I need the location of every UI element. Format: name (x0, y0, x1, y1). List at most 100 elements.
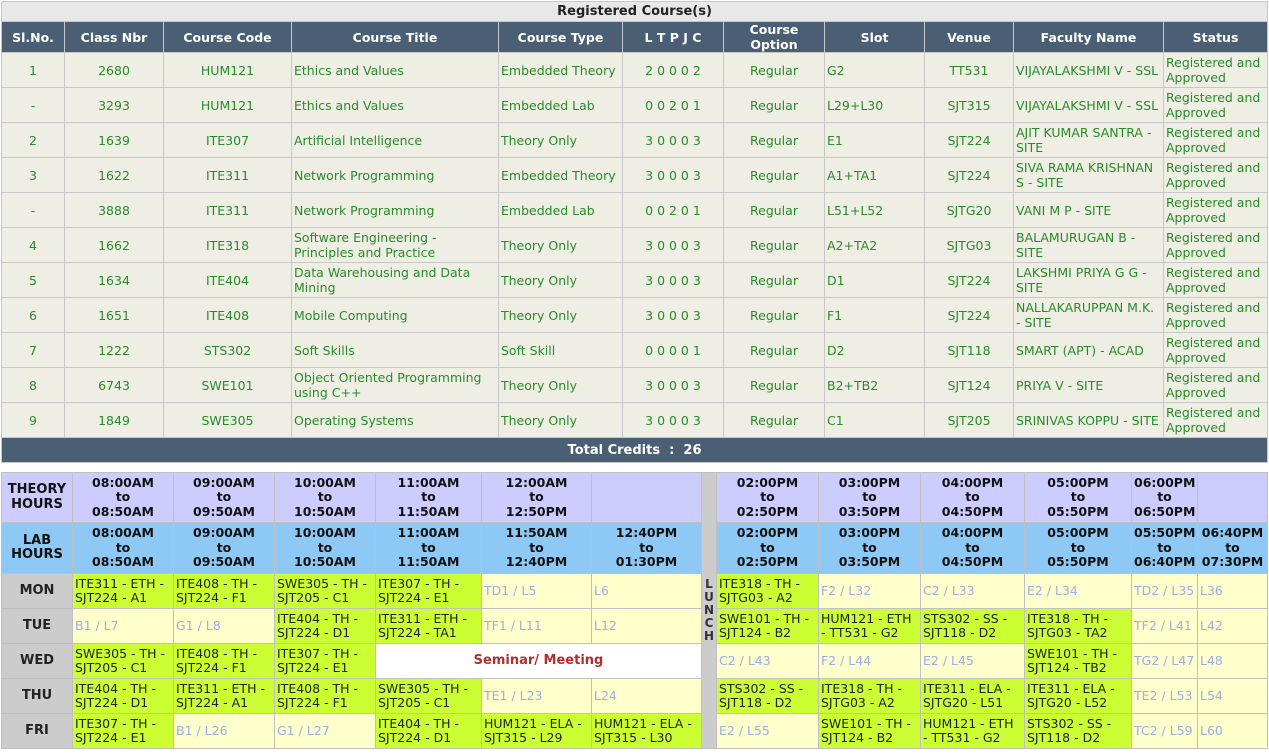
theory-time-slot: 06:00PM to 06:50PM (1131, 472, 1198, 523)
time-start: 05:50PM (1134, 525, 1196, 541)
sl-no-cell: 9 (1, 402, 65, 438)
theory-hours-row: THEORY HOURS 08:00AM to 08:50AM 09:00AM to 09:5… (1, 472, 1268, 749)
class-slot: SWE101 - TH - SJT124 - B2 (716, 608, 819, 644)
status-cell: Registered and Approved (1162, 157, 1269, 193)
time-end: 05:50PM (1047, 554, 1109, 570)
time-separator: to (862, 539, 877, 555)
free-slot: TG2 / L47 (1131, 643, 1198, 679)
course-option-cell: Regular (723, 192, 825, 228)
course-type-cell: Embedded Lab (498, 192, 623, 228)
free-slot: L12 (591, 608, 702, 644)
time-start: 02:00PM (736, 474, 799, 490)
theory-time-slot: 10:00AM to 10:50AM (274, 472, 376, 523)
total-credits-value: 26 (683, 442, 702, 458)
time-start: 08:00AM (92, 474, 154, 490)
course-title-cell: Soft Skills (291, 332, 499, 368)
status-cell: Registered and Approved (1162, 52, 1269, 88)
sl-no-cell: 6 (1, 297, 65, 333)
ltpjc-cell: 3 0 0 0 3 (622, 367, 724, 403)
free-slot: TE1 / L23 (481, 678, 592, 714)
class-slot: ITE307 - TH - SJT224 - E1 (72, 713, 174, 749)
theory-time-slot (1197, 472, 1268, 523)
time-start: 11:00AM (397, 474, 460, 490)
venue-cell: SJT205 (924, 402, 1014, 438)
class-nbr-cell: 1651 (64, 297, 164, 333)
free-slot: L60 (1197, 713, 1268, 749)
venue-cell: SJT118 (924, 332, 1014, 368)
table-row: 1 2680 HUM121 Ethics and Values Embedded The… (1, 52, 1269, 88)
free-slot: TE2 / L53 (1131, 678, 1198, 714)
sl-no-cell: 7 (1, 332, 65, 368)
column-header: Slot (824, 21, 925, 53)
ltpjc-cell: 3 0 0 0 3 (622, 157, 724, 193)
lab-time-slot: 05:50PM to 06:40PM (1131, 522, 1198, 574)
course-type-cell: Theory Only (498, 122, 623, 158)
status-cell: Registered and Approved (1162, 87, 1269, 123)
course-option-cell: Regular (723, 262, 825, 298)
course-code-cell: ITE318 (163, 227, 292, 263)
faculty-name-cell: PRIYA V - SITE (1013, 367, 1164, 403)
course-type-cell: Theory Only (498, 402, 623, 438)
theory-time-slot: 12:00AM to 12:50PM (481, 472, 592, 523)
class-slot: ITE404 - TH - SJT224 - D1 (72, 678, 174, 714)
lunch-letter: C (704, 616, 714, 630)
course-option-cell: Regular (723, 122, 825, 158)
class-nbr-cell: 1634 (64, 262, 164, 298)
status-cell: Registered and Approved (1162, 297, 1269, 333)
day-label: FRI (1, 713, 73, 749)
free-slot: F2 / L44 (818, 643, 921, 679)
theory-time-slot: 08:00AM to 08:50AM (72, 472, 174, 523)
time-start: 06:00PM (1134, 474, 1196, 490)
lunch-letter: N (703, 603, 715, 617)
day-label: WED (1, 643, 73, 679)
time-end: 04:50PM (941, 554, 1004, 570)
time-end: 05:50PM (1047, 503, 1109, 519)
slot-cell: A1+TA1 (824, 157, 925, 193)
course-option-cell: Regular (723, 367, 825, 403)
class-nbr-cell: 2680 (64, 52, 164, 88)
course-title-cell: Mobile Computing (291, 297, 499, 333)
time-end: 06:40PM (1134, 554, 1196, 570)
sl-no-cell: - (1, 192, 65, 228)
table-row: -3293 HUM121 Ethics and Values Embedded Lab… (1, 87, 1269, 123)
time-start: 05:00PM (1047, 474, 1109, 490)
course-option-cell: Regular (723, 52, 825, 88)
time-separator: to (216, 489, 232, 505)
status-cell: Registered and Approved (1162, 367, 1269, 403)
lab-time-slot: 06:40PM to 07:30PM (1197, 522, 1268, 574)
theory-hours-label-line: HOURS (11, 496, 63, 512)
slot-cell: C1 (824, 402, 925, 438)
lunch-letter: H (703, 629, 715, 643)
free-slot: TC2 / L59 (1131, 713, 1198, 749)
course-title-cell: Data Warehousing and Data Mining (291, 262, 499, 298)
column-header: Status (1162, 21, 1269, 53)
status-cell: Registered and Approved (1162, 402, 1269, 438)
time-separator: to (1070, 489, 1086, 505)
status-cell: Registered and Approved (1162, 332, 1269, 368)
total-credits: Total Credits : 26 (0, 437, 1269, 463)
free-slot: L36 (1197, 573, 1268, 609)
venue-cell: SJTG03 (924, 227, 1014, 263)
slot-cell: L29+L30 (824, 87, 925, 123)
faculty-name-cell: LAKSHMI PRIYA G G - SITE (1013, 262, 1164, 298)
total-credits-label: Total Credits (567, 442, 661, 458)
free-slot: B1 / L26 (173, 713, 275, 749)
theory-time-slot: 03:00PM to 03:50PM (818, 472, 921, 523)
time-separator: to (1157, 489, 1172, 505)
course-title-cell: Operating Systems (291, 402, 499, 438)
lab-time-slot: 11:00AM to 11:50AM (375, 522, 482, 574)
faculty-name-cell: BALAMURUGAN B - SITE (1013, 227, 1164, 263)
faculty-name-cell: SIVA RAMA KRISHNAN S - SITE (1013, 157, 1164, 193)
time-start: 11:00AM (397, 525, 460, 541)
free-slot: L54 (1197, 678, 1268, 714)
table-row: 7 1222 STS302 Soft Skills Soft Skill 0 0 0 0 … (1, 332, 1269, 368)
course-option-cell: Regular (723, 157, 825, 193)
time-end: 12:40PM (505, 554, 568, 570)
sl-no-cell: 4 (1, 227, 65, 263)
course-option-cell: Regular (723, 402, 825, 438)
day-label: THU (1, 678, 73, 714)
time-end: 09:50AM (193, 503, 255, 519)
time-start: 12:40PM (615, 525, 678, 541)
day-row-tue: TUE B1 / L7 G1 / L8 ITE404 - TH - SJT224 - … (1, 608, 1268, 644)
time-separator: to (317, 489, 333, 505)
